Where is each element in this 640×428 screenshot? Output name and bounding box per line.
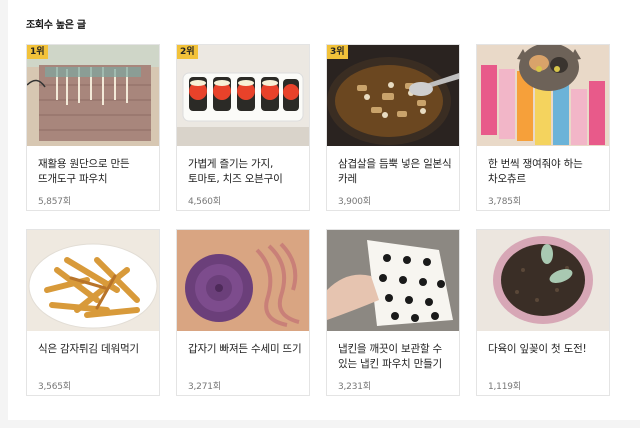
view-count: 3,271회: [188, 382, 221, 392]
view-count: 5,857회: [38, 197, 71, 207]
post-card[interactable]: 갑자기 빠져든 수세미 뜨기 3,271회: [176, 229, 310, 396]
view-count: 3,565회: [38, 382, 71, 392]
post-title[interactable]: 냅킨을 깨끗이 보관할 수 있는 냅킨 파우치 만들기: [338, 342, 454, 372]
post-card[interactable]: 3위 삼겹살을 듬뿍 넣은 일본식 카레 3,900회: [326, 44, 460, 211]
rank-badge: 1위: [27, 45, 48, 59]
post-title[interactable]: 삼겹살을 듬뿍 넣은 일본식 카레: [338, 157, 454, 187]
post-thumbnail: [477, 230, 609, 331]
view-count: 3,785회: [488, 197, 521, 207]
post-title[interactable]: 식은 감자튀김 데워먹기: [38, 342, 154, 357]
post-card[interactable]: 2위 가볍게 즐기는 가지, 토마토, 치즈 오븐구이 4,560회: [176, 44, 310, 211]
post-thumbnail: [477, 45, 609, 146]
post-thumbnail: [327, 230, 459, 331]
post-title[interactable]: 한 번씩 쟁여줘야 하는 차오츄르: [488, 157, 604, 187]
post-title[interactable]: 가볍게 즐기는 가지, 토마토, 치즈 오븐구이: [188, 157, 304, 187]
view-count: 3,900회: [338, 197, 371, 207]
rank-badge: 3위: [327, 45, 348, 59]
view-count: 3,231회: [338, 382, 371, 392]
post-card[interactable]: 다육이 잎꽂이 첫 도전! 1,119회: [476, 229, 610, 396]
post-title[interactable]: 다육이 잎꽂이 첫 도전!: [488, 342, 604, 357]
post-thumbnail: [27, 230, 159, 331]
post-title[interactable]: 재활용 원단으로 만든 뜨개도구 파우치: [38, 157, 154, 187]
post-thumbnail: [27, 45, 159, 146]
section-title: 조회수 높은 글: [26, 20, 86, 31]
post-thumbnail: [177, 230, 309, 331]
view-count: 4,560회: [188, 197, 221, 207]
view-count: 1,119회: [488, 382, 521, 392]
post-title[interactable]: 갑자기 빠져든 수세미 뜨기: [188, 342, 304, 357]
post-card[interactable]: 한 번씩 쟁여줘야 하는 차오츄르 3,785회: [476, 44, 610, 211]
rank-badge: 2위: [177, 45, 198, 59]
post-card[interactable]: 식은 감자튀김 데워먹기 3,565회: [26, 229, 160, 396]
post-card[interactable]: 냅킨을 깨끗이 보관할 수 있는 냅킨 파우치 만들기 3,231회: [326, 229, 460, 396]
post-thumbnail: [177, 45, 309, 146]
post-thumbnail: [327, 45, 459, 146]
post-card[interactable]: 1위 재활용 원단으로 만든 뜨개도구 파우치 5,857회: [26, 44, 160, 211]
